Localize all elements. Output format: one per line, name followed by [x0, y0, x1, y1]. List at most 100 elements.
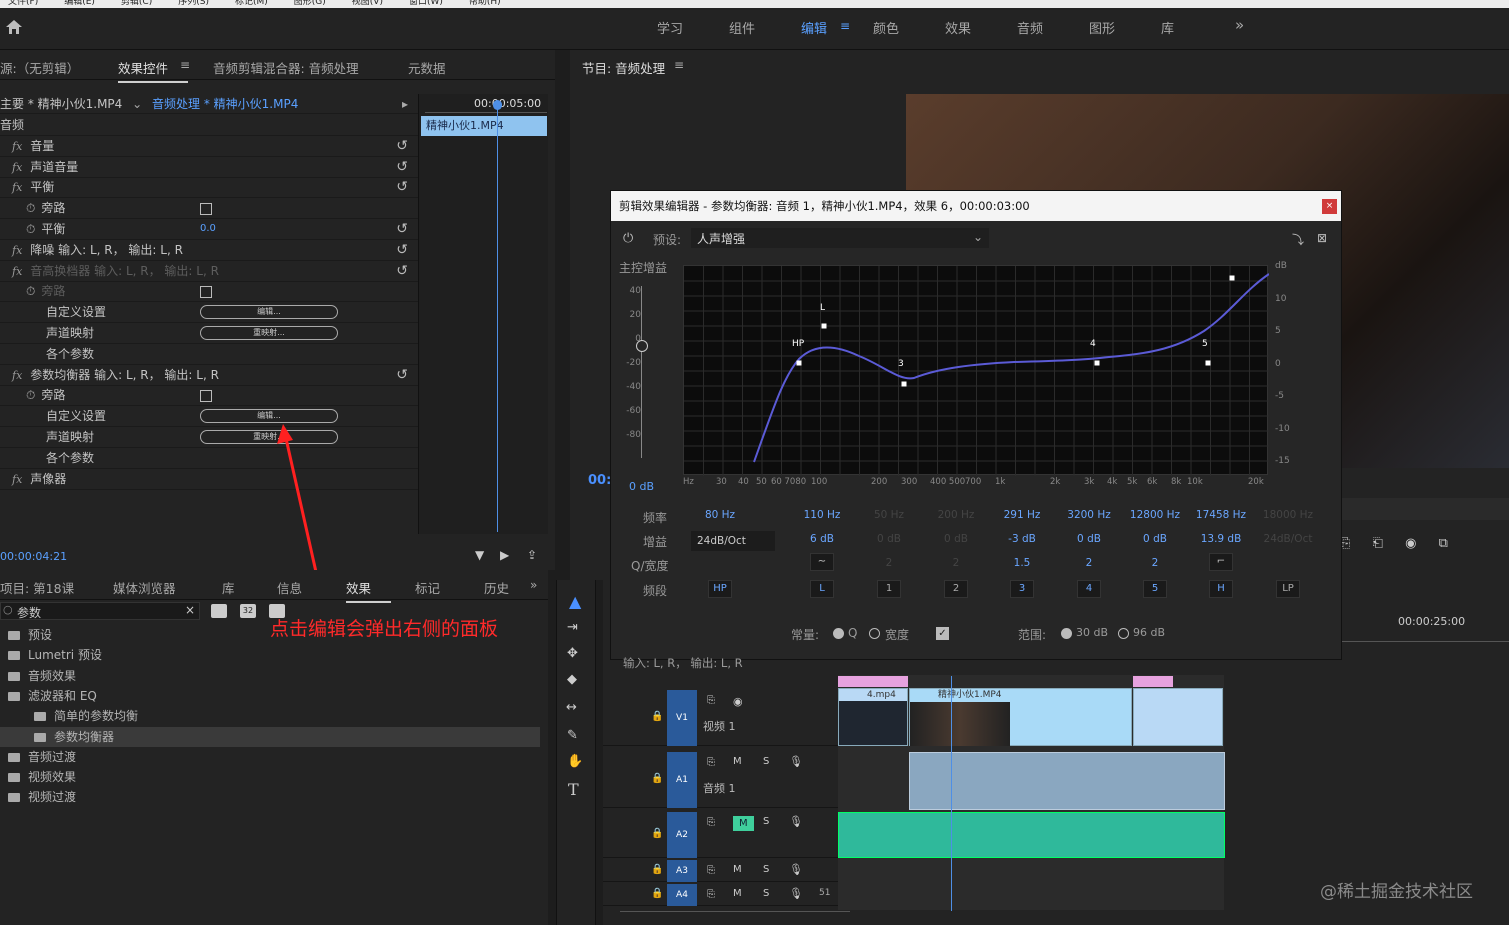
menu-item[interactable]: 文件(F): [0, 0, 38, 7]
sequence-clip-label[interactable]: 音频处理 * 精神小伙1.MP4: [152, 97, 298, 111]
effect-row[interactable]: 各个参数: [0, 448, 418, 469]
reset-icon[interactable]: ↺: [396, 177, 408, 197]
stopwatch-icon[interactable]: ⏱: [26, 222, 35, 236]
sync-lock-icon[interactable]: ⎘: [707, 817, 715, 828]
effect-row[interactable]: fx 音量 ↺: [0, 136, 418, 157]
reset-icon[interactable]: ↺: [396, 365, 408, 385]
band-q[interactable]: 2: [1060, 557, 1118, 569]
home-icon[interactable]: [6, 20, 22, 34]
eq-node-handle[interactable]: [1094, 360, 1100, 366]
eq-node-handle-high[interactable]: [1229, 275, 1235, 281]
program-title[interactable]: 节目: 音频处理: [582, 58, 665, 77]
type-tool-icon[interactable]: T: [568, 780, 579, 799]
effects-tree-item[interactable]: Lumetri 预设: [0, 645, 540, 665]
fx-icon[interactable]: fx: [12, 181, 22, 194]
eq-node-handle[interactable]: [1205, 360, 1211, 366]
play-triangle-icon[interactable]: ▸: [402, 94, 408, 114]
band-toggle-button[interactable]: 4: [1077, 580, 1101, 598]
shelf-low-shape-icon[interactable]: ∼: [810, 553, 834, 571]
effect-edit-button[interactable]: 编辑...: [200, 305, 338, 320]
workspace-more[interactable]: »: [1235, 16, 1244, 34]
tab-project[interactable]: 项目: 第18课: [0, 578, 74, 597]
tab-markers[interactable]: 标记: [415, 578, 440, 597]
menu-bar[interactable]: 文件(F) 编辑(E) 剪辑(C) 序列(S) 标记(M) 图形(G) 视图(V) 窗口(W)…: [0, 0, 1509, 8]
band-gain[interactable]: 13.9 dB: [1192, 533, 1250, 545]
fx-icon[interactable]: fx: [12, 244, 22, 257]
fx-icon[interactable]: fx: [12, 265, 22, 278]
workspace-tab[interactable]: 学习: [657, 18, 683, 37]
microphone-icon[interactable]: 🎙: [789, 755, 803, 768]
eq-graph[interactable]: HP L 3 4 5: [683, 265, 1270, 476]
clear-search-icon[interactable]: ×: [185, 603, 195, 617]
band-toggle-button[interactable]: L: [810, 580, 834, 598]
tab-source[interactable]: 源:（无剪辑）: [0, 58, 79, 77]
workspace-tab[interactable]: 颜色: [873, 18, 899, 37]
reset-icon[interactable]: ↺: [396, 240, 408, 260]
effects-tree-item[interactable]: 视频效果: [0, 767, 540, 787]
mute-button[interactable]: M: [733, 816, 754, 831]
microphone-icon[interactable]: 🎙: [789, 863, 803, 876]
slip-tool-icon[interactable]: ↔: [566, 700, 577, 715]
band-gain[interactable]: 0 dB: [1060, 533, 1118, 545]
selection-tool-icon[interactable]: ▲: [569, 592, 581, 611]
solo-button[interactable]: S: [763, 816, 769, 827]
export-icon[interactable]: ⇪: [527, 548, 537, 562]
workspace-tab[interactable]: 效果: [945, 18, 971, 37]
filter-icon[interactable]: ▼: [475, 548, 484, 562]
tab-info[interactable]: 信息: [277, 578, 302, 597]
compare-icon[interactable]: ⧉: [1439, 536, 1448, 551]
effects-tree-item[interactable]: 参数均衡器: [0, 726, 540, 747]
power-icon[interactable]: ⏻: [623, 231, 633, 246]
mute-button[interactable]: M: [733, 756, 742, 767]
band-toggle-button[interactable]: LP: [1276, 580, 1300, 598]
band-frequency[interactable]: 80 Hz: [691, 509, 749, 521]
menu-item[interactable]: 序列(S): [170, 0, 209, 7]
constant-width-radio[interactable]: [869, 628, 880, 639]
effect-row[interactable]: 自定义设置 编辑...: [0, 302, 418, 324]
play-clip-icon[interactable]: ▶: [500, 548, 509, 562]
lock-icon[interactable]: 🔒: [651, 711, 663, 722]
microphone-icon[interactable]: 🎙: [789, 815, 803, 828]
effect-row[interactable]: fx 参数均衡器 输入: L, R， 输出: L, R ↺: [0, 365, 418, 386]
effect-row[interactable]: 音频: [0, 115, 418, 136]
effect-row[interactable]: ⏱ 旁路: [0, 198, 418, 220]
lock-icon[interactable]: 🔒: [651, 864, 663, 875]
band-toggle-button[interactable]: 1: [877, 580, 901, 598]
effects-tree-item[interactable]: 滤波器和 EQ: [0, 686, 540, 706]
preset-select[interactable]: 人声增强 ⌄: [691, 228, 989, 248]
eq-node-handle[interactable]: [821, 323, 827, 329]
mute-button[interactable]: M: [733, 888, 742, 899]
fx-icon[interactable]: fx: [12, 473, 22, 486]
lock-icon[interactable]: 🔒: [651, 828, 663, 839]
band-frequency[interactable]: 18000 Hz: [1259, 509, 1317, 521]
lock-icon[interactable]: 🔒: [651, 888, 663, 899]
mute-button[interactable]: M: [733, 864, 742, 875]
band-gain[interactable]: 24dB/Oct: [1259, 533, 1317, 545]
band-gain[interactable]: 0 dB: [1126, 533, 1184, 545]
menu-item[interactable]: 标记(M): [227, 0, 268, 7]
effect-value[interactable]: 0.0: [200, 219, 216, 239]
sync-lock-icon[interactable]: ⎘: [707, 889, 715, 900]
workspace-tab[interactable]: 库: [1161, 18, 1174, 37]
effect-row[interactable]: 各个参数: [0, 344, 418, 365]
eq-node-handle[interactable]: [901, 381, 907, 387]
mini-playhead-handle[interactable]: [493, 100, 502, 110]
band-gain[interactable]: -3 dB: [993, 533, 1051, 545]
workspace-tab[interactable]: 组件: [729, 18, 755, 37]
fx-icon[interactable]: fx: [12, 161, 22, 174]
bypass-checkbox[interactable]: [200, 203, 212, 216]
range-96-radio[interactable]: [1118, 628, 1129, 639]
menu-item[interactable]: 帮助(H): [461, 0, 501, 7]
menu-item[interactable]: 视图(V): [344, 0, 383, 7]
band-toggle-button[interactable]: 5: [1143, 580, 1167, 598]
solo-button[interactable]: S: [763, 888, 769, 899]
tab-effect-controls[interactable]: 效果控件: [118, 58, 189, 83]
tab-metadata[interactable]: 元数据: [408, 58, 446, 77]
band-q[interactable]: 1.5: [993, 557, 1051, 569]
timeline-ruler[interactable]: [1341, 632, 1509, 642]
track-target[interactable]: V1: [667, 690, 697, 746]
mini-playhead[interactable]: [497, 102, 498, 532]
ultra-quiet-checkbox[interactable]: ✓: [936, 627, 949, 640]
band-frequency[interactable]: 291 Hz: [993, 509, 1051, 521]
menu-item[interactable]: 窗口(W): [401, 0, 443, 7]
